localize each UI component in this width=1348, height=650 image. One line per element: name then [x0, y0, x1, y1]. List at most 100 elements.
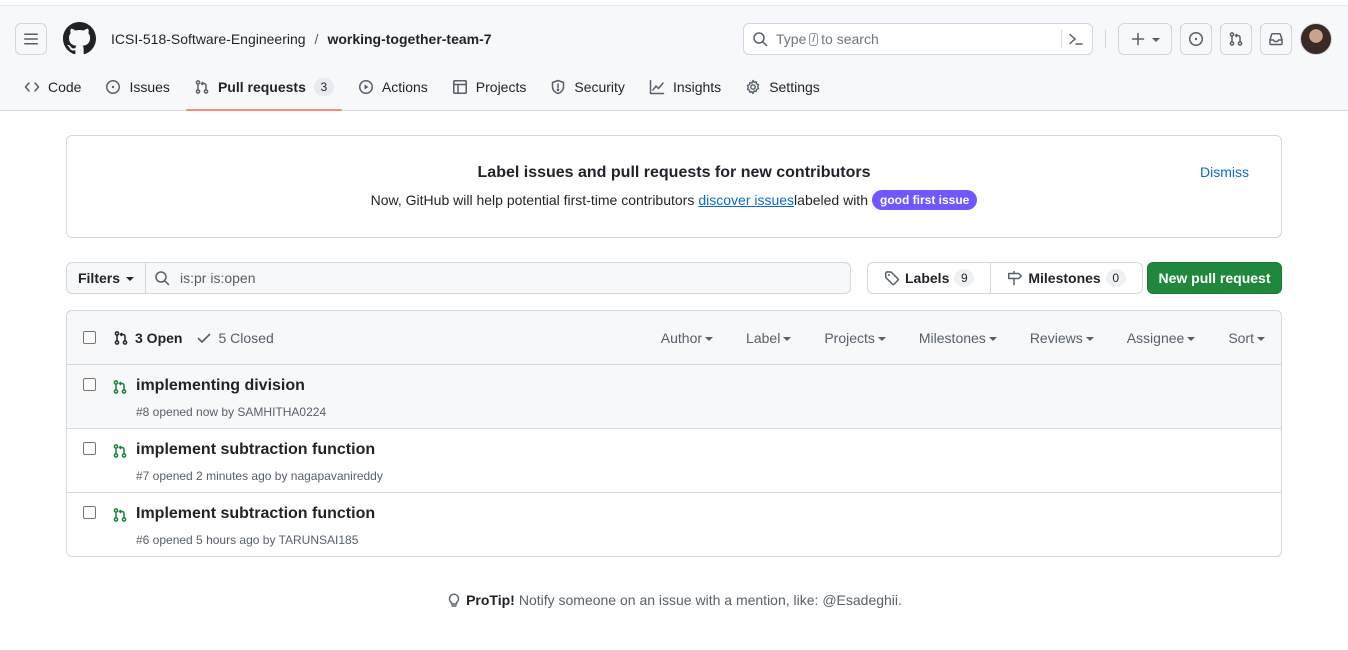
filters-dropdown[interactable]: Filters — [66, 262, 146, 294]
new-contributors-banner: Label issues and pull requests for new c… — [66, 135, 1282, 238]
graph-icon — [649, 79, 665, 95]
pull-request-title-link[interactable]: implementing division — [136, 377, 305, 395]
global-menu-button[interactable] — [15, 23, 47, 55]
milestones-dropdown-label: Milestones — [918, 330, 986, 346]
tab-actions-label: Actions — [381, 79, 428, 95]
git-pull-request-icon — [114, 331, 128, 345]
label-dropdown[interactable]: Label — [746, 330, 792, 346]
shield-icon — [552, 79, 565, 95]
play-icon — [358, 80, 373, 94]
pull-requests-count-badge: 3 — [313, 78, 334, 96]
global-search-input[interactable]: Type / to search — [743, 23, 1093, 55]
tag-icon — [885, 271, 899, 286]
label-dropdown-label: Label — [746, 330, 781, 346]
pull-request-meta: #6 opened 5 hours ago by TARUNSAI185 — [136, 533, 359, 547]
git-pull-request-icon — [113, 444, 127, 458]
sort-dropdown-label: Sort — [1228, 330, 1254, 346]
pull-request-title-link[interactable]: Implement subtraction function — [136, 505, 375, 523]
projects-dropdown[interactable]: Projects — [824, 330, 886, 346]
chevron-down-icon — [1187, 337, 1196, 341]
milestones-dropdown[interactable]: Milestones — [919, 330, 997, 346]
git-pull-request-icon — [113, 508, 127, 522]
breadcrumb-repo[interactable]: working-together-team-7 — [327, 31, 491, 47]
your-issues-button[interactable] — [1180, 23, 1212, 55]
pull-request-row[interactable]: Implement subtraction function #6 opened… — [67, 493, 1281, 556]
pull-request-row[interactable]: implement subtraction function #7 opened… — [67, 429, 1281, 493]
row-checkbox[interactable] — [83, 378, 96, 391]
tab-pull-requests-label: Pull requests — [217, 79, 306, 95]
select-all-checkbox[interactable] — [83, 331, 96, 344]
breadcrumb-org[interactable]: ICSI-518-Software-Engineering — [111, 31, 306, 47]
git-pull-request-icon — [113, 380, 127, 394]
issue-opened-icon — [106, 80, 121, 94]
reviews-dropdown-label: Reviews — [1029, 330, 1083, 346]
tab-code[interactable]: Code — [16, 72, 89, 102]
git-pull-request-icon — [1229, 32, 1243, 46]
github-logo-icon[interactable] — [63, 22, 96, 55]
tab-security[interactable]: Security — [542, 72, 633, 102]
row-checkbox[interactable] — [83, 442, 96, 455]
repo-tab-nav: Code Issues Pull requests 3 Actions Proj… — [16, 72, 836, 111]
sort-dropdown[interactable]: Sort — [1228, 330, 1265, 346]
chevron-down-icon — [705, 337, 714, 341]
row-checkbox[interactable] — [83, 506, 96, 519]
issue-opened-icon — [1189, 32, 1203, 46]
labels-milestones-group: Labels 9 Milestones 0 — [867, 262, 1143, 294]
search-icon — [155, 271, 170, 286]
assignee-dropdown[interactable]: Assignee — [1127, 330, 1196, 346]
filter-bar: Filters is:pr is:open — [66, 262, 851, 294]
tab-security-label: Security — [574, 79, 625, 95]
user-avatar[interactable] — [1300, 23, 1332, 55]
good-first-issue-label[interactable]: good first issue — [871, 190, 978, 210]
new-pull-request-button[interactable]: New pull request — [1147, 262, 1282, 294]
pull-request-title-link[interactable]: implement subtraction function — [136, 441, 375, 459]
search-placeholder-prefix: Type — [776, 31, 807, 47]
labels-count-badge: 9 — [954, 269, 975, 287]
banner-text-after: labeled with — [794, 192, 868, 208]
inbox-button[interactable] — [1260, 23, 1292, 55]
pull-request-meta: #7 opened 2 minutes ago by nagapavanired… — [136, 469, 383, 483]
assignee-dropdown-label: Assignee — [1126, 330, 1185, 346]
light-bulb-icon — [448, 593, 460, 607]
code-icon — [24, 82, 40, 92]
chevron-down-icon — [783, 337, 792, 341]
pull-request-list: 3 Open 5 Closed Author Label Projects Mi… — [66, 310, 1282, 557]
chevron-down-icon — [1257, 337, 1265, 341]
pull-request-row[interactable]: implementing division #8 opened now by S… — [67, 365, 1281, 429]
chevron-down-icon — [1085, 337, 1094, 341]
repo-header: ICSI-518-Software-Engineering / working-… — [0, 0, 1348, 111]
closed-filter-link[interactable]: 5 Closed — [196, 330, 274, 346]
command-palette-icon[interactable] — [1068, 31, 1084, 47]
tab-insights[interactable]: Insights — [641, 72, 729, 102]
discover-issues-link[interactable]: discover issues — [698, 192, 794, 208]
top-edge — [0, 0, 1348, 6]
filter-search-input[interactable]: is:pr is:open — [146, 262, 851, 294]
hamburger-icon — [24, 33, 38, 45]
banner-text-before: Now, GitHub will help potential first-ti… — [370, 192, 695, 208]
gear-icon — [746, 79, 760, 95]
open-filter-link[interactable]: 3 Open — [113, 330, 182, 346]
pull-request-meta: #8 opened now by SAMHITHA0224 — [136, 405, 327, 419]
tab-issues[interactable]: Issues — [97, 72, 177, 102]
git-pull-request-icon — [195, 80, 209, 94]
inbox-icon — [1269, 33, 1283, 46]
list-filter-menus: Author Label Projects Milestones Reviews… — [628, 330, 1265, 346]
tab-projects[interactable]: Projects — [444, 72, 535, 102]
search-placeholder-suffix: to search — [821, 31, 879, 47]
search-shortcut-key: / — [809, 32, 819, 46]
breadcrumb: ICSI-518-Software-Engineering / working-… — [111, 31, 492, 47]
tab-issues-label: Issues — [129, 79, 170, 95]
your-pull-requests-button[interactable] — [1220, 23, 1252, 55]
dismiss-button[interactable]: Dismiss — [1200, 164, 1249, 180]
reviews-dropdown[interactable]: Reviews — [1030, 330, 1094, 346]
tab-pull-requests[interactable]: Pull requests 3 — [185, 72, 342, 111]
milestones-button[interactable]: Milestones 0 — [991, 262, 1143, 294]
author-dropdown[interactable]: Author — [661, 330, 714, 346]
header-divider — [1105, 30, 1106, 48]
tab-actions[interactable]: Actions — [350, 72, 436, 102]
chevron-down-icon — [877, 337, 886, 341]
create-new-button[interactable] — [1118, 23, 1172, 55]
tab-settings[interactable]: Settings — [737, 72, 828, 102]
labels-button[interactable]: Labels 9 — [867, 262, 992, 294]
chevron-down-icon — [988, 337, 997, 341]
